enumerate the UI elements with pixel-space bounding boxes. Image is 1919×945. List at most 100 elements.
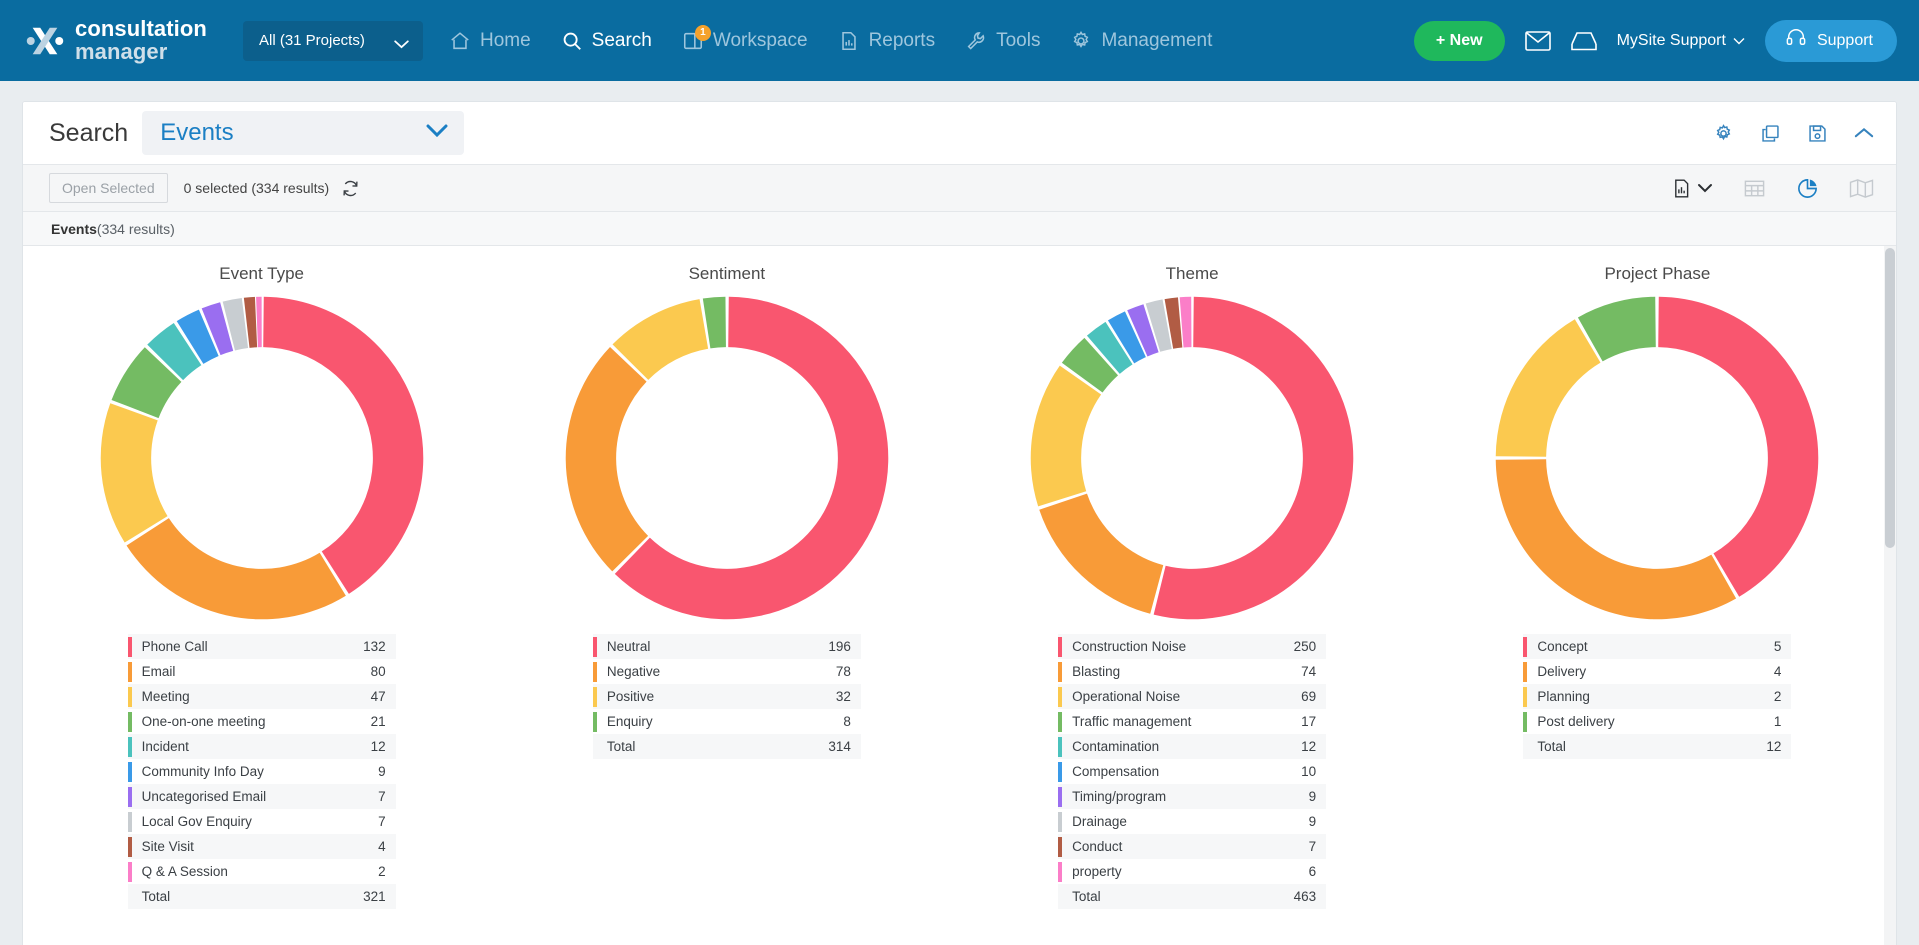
- donut-segment[interactable]: [126, 518, 346, 620]
- legend-row[interactable]: Traffic management 17: [1058, 709, 1326, 734]
- support-button-label: Support: [1816, 31, 1873, 49]
- legend-total-row: Total 463: [1058, 884, 1327, 909]
- legend-value: 7: [378, 814, 386, 829]
- map-view-icon[interactable]: [1849, 178, 1874, 199]
- copy-icon[interactable]: [1760, 123, 1781, 144]
- chart-legend-table: Phone Call 132 Email 80 Meeting 47 One-on-one …: [127, 634, 396, 909]
- legend-row[interactable]: Community Info Day 9: [127, 759, 396, 784]
- nav-item-reports[interactable]: Reports: [838, 30, 935, 52]
- legend-row[interactable]: Positive 32: [592, 684, 861, 709]
- chart-column: Project Phase Concept 5 Delivery 4 Planning 2 P…: [1425, 254, 1890, 945]
- legend-row[interactable]: Enquiry 8: [592, 709, 861, 734]
- legend-value: 2: [378, 864, 386, 879]
- legend-row[interactable]: Local Gov Enquiry 7: [127, 809, 396, 834]
- legend-total-row: Total 321: [127, 884, 396, 909]
- donut-segment[interactable]: [100, 403, 168, 543]
- gear-icon[interactable]: [1713, 123, 1734, 144]
- new-button[interactable]: + New: [1413, 20, 1505, 61]
- brand-line-2: manager: [75, 38, 168, 64]
- legend-row[interactable]: Operational Noise 69: [1058, 684, 1327, 709]
- legend-row[interactable]: Phone Call 132: [127, 634, 396, 659]
- legend-row[interactable]: Post delivery 1: [1523, 709, 1791, 734]
- legend-row[interactable]: Negative 78: [592, 659, 861, 684]
- nav-item-home[interactable]: Home: [449, 30, 531, 52]
- vertical-scrollbar[interactable]: [1884, 246, 1896, 945]
- legend-total-label: Total: [1063, 884, 1273, 909]
- legend-value: 1: [1773, 714, 1782, 729]
- user-menu[interactable]: MySite Support: [1617, 32, 1745, 50]
- legend-row[interactable]: Meeting 47: [127, 684, 396, 709]
- card-header-tools: [1713, 123, 1874, 144]
- legend-row[interactable]: Compensation 10: [1058, 759, 1326, 784]
- open-selected-button[interactable]: Open Selected: [49, 173, 168, 203]
- legend-row[interactable]: Construction Noise 250: [1058, 634, 1327, 659]
- donut-chart[interactable]: [559, 290, 895, 626]
- project-selector[interactable]: All (31 Projects): [242, 20, 423, 61]
- nav-item-tools[interactable]: Tools: [965, 30, 1040, 52]
- legend-row[interactable]: Concept 5: [1523, 634, 1792, 659]
- nav-item-search[interactable]: Search: [561, 30, 652, 52]
- support-button[interactable]: Support: [1764, 19, 1897, 62]
- legend-label: Compensation: [1072, 764, 1160, 779]
- chart-title: Theme: [1165, 264, 1219, 283]
- chart-legend-table: Construction Noise 250 Blasting 74 Operation…: [1058, 634, 1327, 909]
- legend-label: One-on-one meeting: [141, 714, 266, 729]
- legend-row[interactable]: Site Visit 4: [127, 834, 396, 859]
- legend-value: 80: [370, 664, 386, 679]
- legend-label: Q & A Session: [141, 864, 228, 879]
- legend-value: 7: [344, 784, 396, 809]
- top-navigation-bar: consultation manager All (31 Projects) H…: [0, 0, 1919, 81]
- chart-column: Sentiment Neutral 196 Negative 78 Positive 32 E…: [494, 254, 959, 945]
- export-document-icon[interactable]: [1671, 178, 1713, 199]
- chevron-up-icon[interactable]: [1854, 127, 1874, 139]
- legend-label: Delivery: [1537, 664, 1587, 679]
- legend-row[interactable]: Timing/program 9: [1058, 784, 1327, 809]
- legend-row[interactable]: Planning 2: [1523, 684, 1792, 709]
- donut-segment[interactable]: [1030, 365, 1102, 507]
- search-icon: [561, 30, 583, 52]
- donut-segment[interactable]: [1039, 493, 1164, 614]
- legend-label: Uncategorised Email: [132, 784, 345, 809]
- donut-segment[interactable]: [565, 346, 649, 572]
- legend-label: Construction Noise: [1063, 634, 1273, 659]
- legend-row[interactable]: Uncategorised Email 7: [127, 784, 396, 809]
- table-view-icon[interactable]: [1743, 177, 1766, 200]
- legend-row[interactable]: Neutral 196: [592, 634, 861, 659]
- donut-segment[interactable]: [1658, 296, 1819, 597]
- legend-row[interactable]: Drainage 9: [1058, 809, 1326, 834]
- legend-value: 9: [378, 764, 386, 779]
- refresh-icon[interactable]: [341, 179, 360, 198]
- donut-segment[interactable]: [255, 296, 262, 348]
- donut-segment[interactable]: [1496, 319, 1601, 457]
- legend-row[interactable]: Email 80: [127, 659, 396, 684]
- legend-row[interactable]: Q & A Session 2: [127, 859, 396, 884]
- envelope-icon[interactable]: [1524, 30, 1551, 51]
- view-toggle-group: [1671, 177, 1874, 200]
- legend-row[interactable]: Blasting 74: [1058, 659, 1326, 684]
- donut-segment[interactable]: [1496, 459, 1737, 620]
- legend-row[interactable]: Incident 12: [127, 734, 396, 759]
- legend-row[interactable]: Conduct 7: [1058, 834, 1327, 859]
- nav-item-workspace[interactable]: 1 Workspace: [682, 24, 808, 52]
- donut-chart[interactable]: [1489, 290, 1825, 626]
- legend-row[interactable]: One-on-one meeting 21: [127, 709, 396, 734]
- legend-label: Email: [141, 664, 176, 679]
- nav-item-management[interactable]: Management: [1070, 30, 1212, 52]
- legend-row[interactable]: Delivery 4: [1523, 659, 1791, 684]
- workspace-badge: 1: [694, 24, 711, 41]
- legend-value: 21: [370, 714, 386, 729]
- legend-row[interactable]: property 6: [1058, 859, 1326, 884]
- brand-logo[interactable]: consultation manager: [26, 17, 207, 64]
- donut-chart[interactable]: [94, 290, 430, 626]
- scrollbar-thumb[interactable]: [1885, 248, 1895, 548]
- donut-segment[interactable]: [262, 296, 423, 594]
- legend-row[interactable]: Contamination 12: [1058, 734, 1327, 759]
- donut-chart[interactable]: [1024, 290, 1360, 626]
- save-icon[interactable]: [1807, 123, 1828, 144]
- legend-label: Drainage: [1072, 814, 1127, 829]
- chart-view-icon[interactable]: [1796, 177, 1819, 200]
- legend-total-row: Total 314: [592, 734, 861, 759]
- nav-item-management-label: Management: [1101, 29, 1213, 51]
- inbox-tray-icon[interactable]: [1570, 31, 1597, 51]
- entity-type-select[interactable]: Events: [142, 111, 465, 155]
